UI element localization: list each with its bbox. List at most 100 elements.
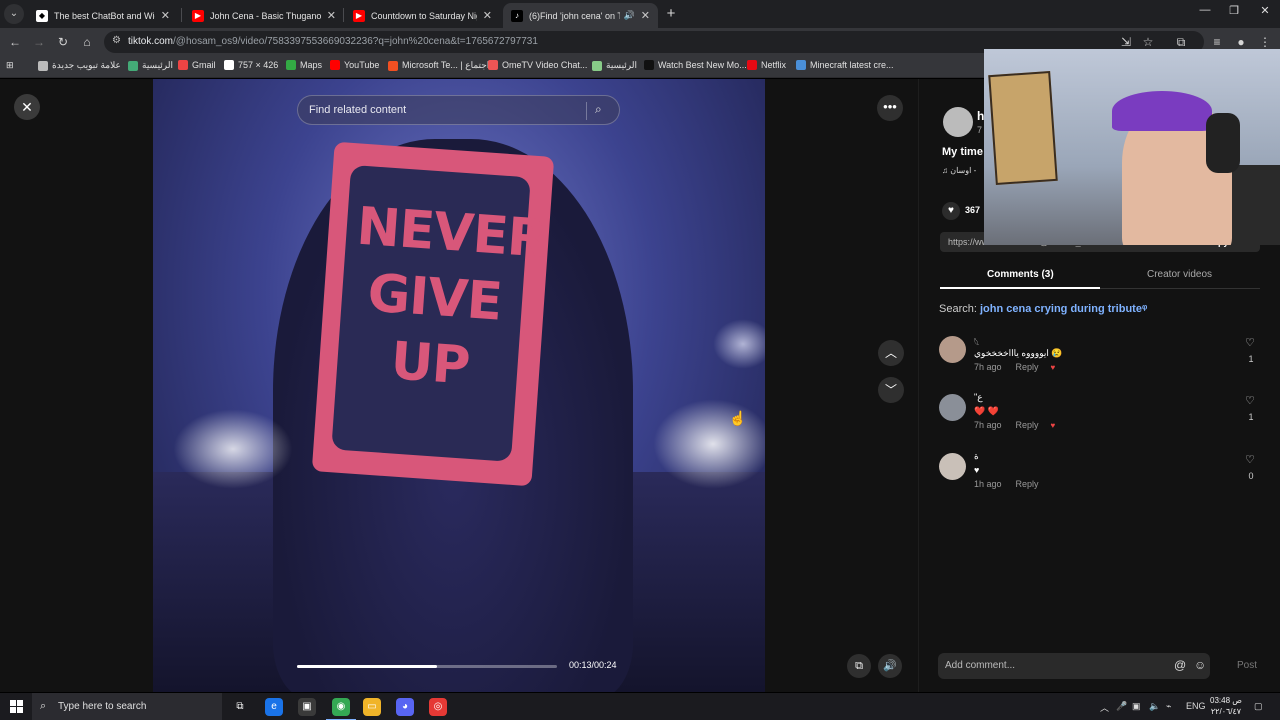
- reply-button[interactable]: Reply: [1016, 420, 1039, 430]
- more-options-button[interactable]: •••: [877, 95, 903, 121]
- tab-chatbot[interactable]: ◆ The best ChatBot and Widgets ✕: [28, 3, 178, 28]
- language-indicator[interactable]: ENG: [1186, 701, 1206, 711]
- bookmark-youtube[interactable]: YouTube: [330, 60, 379, 70]
- wifi-icon[interactable]: ⌁: [1166, 701, 1171, 712]
- tab-separator: [343, 8, 344, 22]
- add-comment-input[interactable]: Add comment... @ ☺: [938, 653, 1210, 679]
- bookmark-label: Microsoft Te... | اجتماع: [402, 60, 490, 70]
- chrome-icon[interactable]: ◉: [326, 698, 356, 720]
- tab-creator-videos[interactable]: Creator videos: [1147, 269, 1212, 280]
- taskbar-search-box[interactable]: ⌕ Type here to search: [32, 693, 222, 720]
- comment-like-icon[interactable]: ♡: [1245, 453, 1255, 466]
- search-icon: ᵠ: [1141, 303, 1148, 315]
- chatbot-favicon-icon: ◆: [36, 9, 48, 22]
- clock-time: 03:48 ص: [1210, 696, 1242, 705]
- commenter-name[interactable]: 𓆩: [974, 334, 979, 349]
- speaker-icon[interactable]: 🔊: [624, 10, 635, 21]
- emoji-icon[interactable]: ☺: [1194, 658, 1206, 672]
- windows-start-icon[interactable]: [10, 700, 23, 713]
- comment-like-count: 1: [1248, 412, 1254, 422]
- clock[interactable]: 03:48 ص ٢٢/٠٦/٤٧: [1206, 695, 1246, 717]
- reload-icon[interactable]: ↻: [54, 33, 72, 51]
- bookmark-ometv[interactable]: OmeTV Video Chat...: [488, 60, 587, 70]
- discord-icon[interactable]: ◕: [396, 698, 414, 716]
- commenter-avatar[interactable]: [939, 336, 966, 363]
- bookmark-757x426[interactable]: 757 × 426: [224, 60, 278, 70]
- bookmark-watch-movies[interactable]: Watch Best New Mo...: [644, 60, 747, 70]
- commenter-name[interactable]: "ع: [974, 392, 983, 403]
- forward-icon[interactable]: →: [30, 33, 48, 51]
- comment-meta: 1h ago Reply: [974, 479, 1039, 489]
- previous-video-button[interactable]: ︿: [878, 340, 904, 366]
- sign-panel: NEVER GIVE UP: [331, 164, 548, 462]
- close-tab-icon[interactable]: ✕: [483, 9, 492, 22]
- tray-arrow-icon[interactable]: ︿: [1100, 701, 1109, 714]
- close-tab-icon[interactable]: ✕: [641, 9, 650, 22]
- close-video-button[interactable]: ✕: [14, 94, 40, 120]
- obs-icon[interactable]: ◎: [429, 698, 447, 716]
- volume-tray-icon[interactable]: 🔈: [1149, 701, 1160, 712]
- next-video-button[interactable]: ﹀: [878, 377, 904, 403]
- microphone-icon[interactable]: 🎤: [1116, 701, 1127, 712]
- bookmark-minecraft[interactable]: Minecraft latest cre...: [796, 60, 894, 70]
- search-keyword[interactable]: john cena crying during tribute: [980, 303, 1142, 315]
- bookmark-microsoft-teams[interactable]: Microsoft Te... | اجتماع: [388, 60, 489, 71]
- find-related-search[interactable]: Find related content ⌕: [297, 95, 620, 125]
- new-tab-button[interactable]: +: [662, 5, 680, 23]
- tab-countdown-youtube[interactable]: ▶ Countdown to Saturday Night's ✕: [345, 3, 500, 28]
- comment-time: 7h ago: [974, 420, 1002, 430]
- minimize-icon[interactable]: —: [1190, 4, 1220, 16]
- bookmark-maps[interactable]: Maps: [286, 60, 322, 70]
- search-icon[interactable]: ⌕: [595, 102, 602, 117]
- tab-john-cena-youtube[interactable]: ▶ John Cena - Basic Thuganomics ✕: [184, 3, 344, 28]
- video-player[interactable]: NEVER GIVE UP: [153, 79, 765, 692]
- youtube-favicon-icon: ▶: [353, 9, 365, 22]
- mention-icon[interactable]: @: [1174, 658, 1186, 672]
- window-close-icon[interactable]: ✕: [1250, 4, 1280, 17]
- restore-icon[interactable]: ❐: [1219, 4, 1249, 17]
- reply-button[interactable]: Reply: [1016, 479, 1039, 489]
- bookmark-new-tab[interactable]: علامة تبويب جديدة: [38, 60, 121, 71]
- bookmark-netflix[interactable]: Netflix: [747, 60, 786, 70]
- bookmark-gmail[interactable]: Gmail: [178, 60, 216, 70]
- comment-meta: 7h ago Reply ♥: [974, 420, 1055, 430]
- home-icon[interactable]: ⌂: [78, 33, 96, 51]
- file-explorer-icon[interactable]: ▭: [363, 698, 381, 716]
- search-suggestion[interactable]: Search: john cena crying during tributeᵠ: [939, 303, 1147, 315]
- close-tab-icon[interactable]: ✕: [327, 9, 336, 22]
- commenter-name[interactable]: ة: [974, 451, 979, 462]
- tab-tiktok-active[interactable]: ♪ (6)Find 'john cena' on TikTok 🔊 ✕: [503, 3, 658, 28]
- music-label[interactable]: ♫ اوسان -: [942, 166, 976, 175]
- commenter-avatar[interactable]: [939, 453, 966, 480]
- apps-grid-icon[interactable]: ⊞: [6, 60, 14, 71]
- webcam-overlay: [984, 49, 1280, 245]
- post-button[interactable]: Post: [1237, 660, 1257, 671]
- comment-time: 7h ago: [974, 362, 1002, 372]
- comment-like-icon[interactable]: ♡: [1245, 336, 1255, 349]
- commenter-avatar[interactable]: [939, 394, 966, 421]
- author-avatar[interactable]: [943, 107, 973, 137]
- reply-button[interactable]: Reply: [1016, 362, 1039, 372]
- comment-item: ة ♥ 1h ago Reply ♡ 0: [939, 451, 1269, 503]
- browser-tab-strip: ⌄ ◆ The best ChatBot and Widgets ✕ ▶ Joh…: [0, 0, 1280, 28]
- tab-comments[interactable]: Comments (3): [987, 269, 1054, 280]
- bookmark-label: Watch Best New Mo...: [658, 60, 747, 70]
- task-view-icon[interactable]: ⧉: [231, 698, 249, 716]
- site-info-icon[interactable]: ⚙: [112, 35, 121, 46]
- bookmark-home-2[interactable]: الرئيسية: [592, 60, 637, 71]
- heart-icon[interactable]: ♥: [942, 202, 960, 220]
- search-icon: ⌕: [40, 700, 47, 712]
- tab-search-button[interactable]: ⌄: [4, 4, 24, 24]
- edge-icon[interactable]: e: [265, 698, 283, 716]
- comment-like-icon[interactable]: ♡: [1245, 394, 1255, 407]
- bookmark-home-1[interactable]: الرئيسية: [128, 60, 173, 71]
- video-progress-bar[interactable]: [297, 665, 557, 668]
- volume-icon[interactable]: 🔊: [878, 654, 902, 678]
- network-icon[interactable]: ▣: [1132, 701, 1141, 712]
- close-tab-icon[interactable]: ✕: [161, 9, 170, 22]
- floating-player-icon[interactable]: ⧉: [847, 654, 871, 678]
- bookmark-label: Gmail: [192, 60, 216, 70]
- notifications-icon[interactable]: ▢: [1254, 701, 1263, 712]
- back-icon[interactable]: ←: [6, 33, 24, 51]
- store-icon[interactable]: ▣: [298, 698, 316, 716]
